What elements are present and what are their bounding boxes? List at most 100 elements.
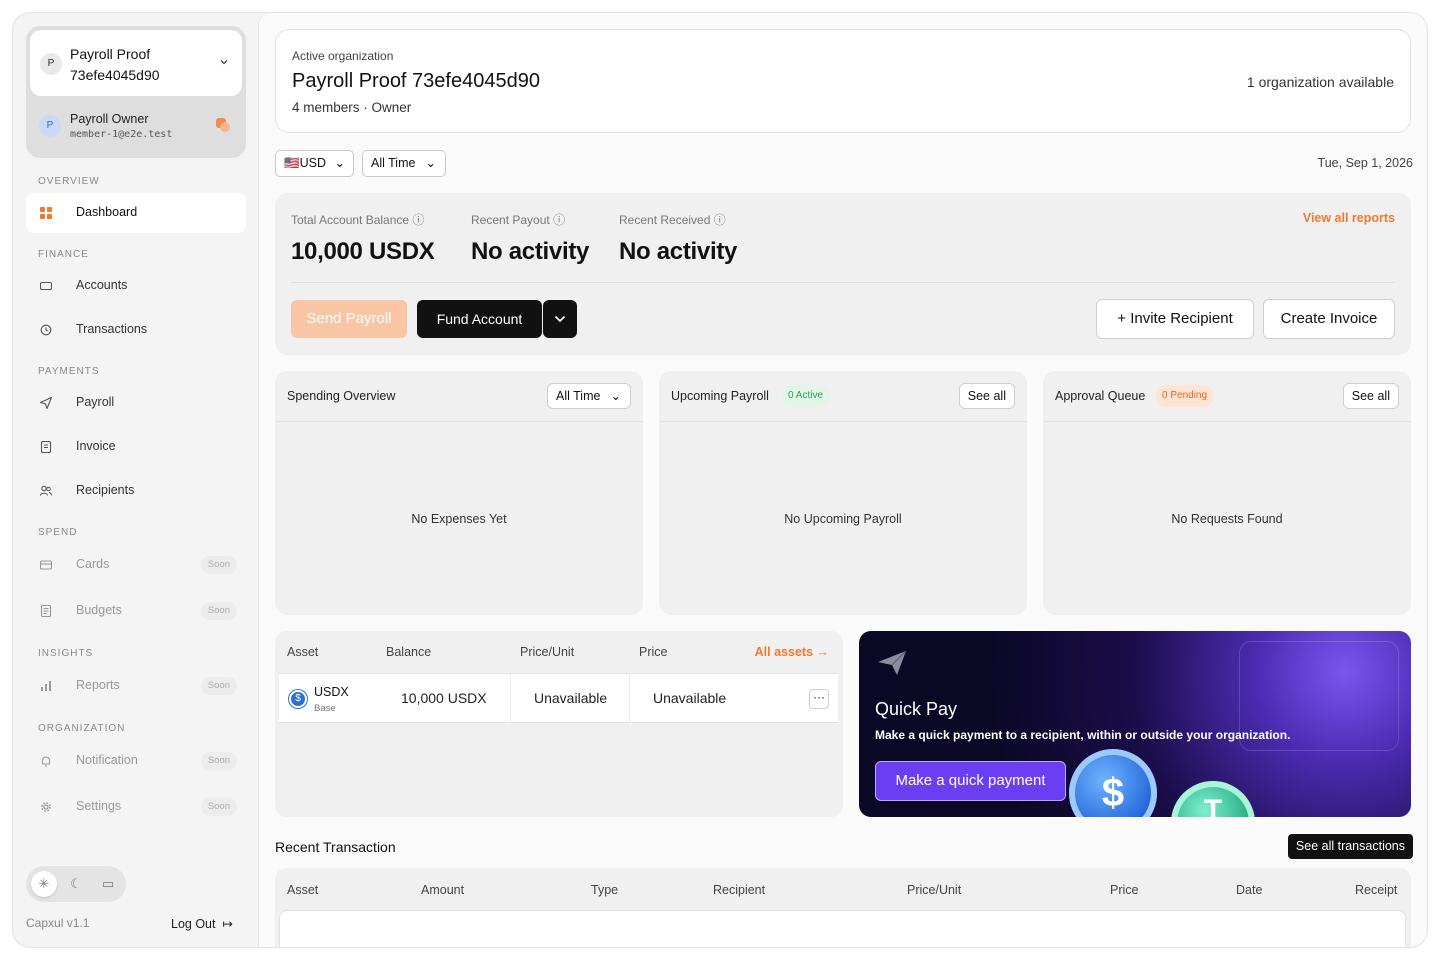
sidebar-item-label: Invoice [76, 439, 116, 453]
invite-label: Invite Recipient [1130, 310, 1233, 327]
approval-see-all-button[interactable]: See all [1342, 383, 1399, 409]
moon-icon[interactable]: ☾ [63, 871, 89, 897]
usdt-coin-icon: T [1171, 781, 1255, 817]
plus-icon: + [1117, 310, 1131, 327]
transactions-table-body [279, 910, 1406, 947]
section-label-organization: ORGANIZATION [38, 723, 126, 734]
currency-value: USD [299, 156, 326, 170]
chevron-down-icon [220, 60, 228, 65]
sidebar-item-label: Reports [76, 678, 120, 692]
total-balance: Total Account Balance ⓘ 10,000 USDX [291, 211, 435, 266]
card-title: Spending Overview [287, 389, 396, 403]
sidebar-item-payroll[interactable]: Payroll [26, 383, 246, 423]
fund-options-button[interactable] [543, 300, 577, 338]
sidebar-item-invoice[interactable]: Invoice [26, 427, 246, 467]
assets-table: Asset Balance Price/Unit Price All asset… [275, 631, 843, 817]
section-label-finance: FINANCE [38, 249, 89, 260]
soon-badge: Soon [200, 798, 237, 816]
sidebar-item-transactions[interactable]: Transactions [26, 310, 246, 350]
card-header: Spending Overview All Time ⌄ [275, 371, 643, 422]
column-header-receipt: Receipt [1355, 883, 1398, 897]
sidebar-item-label: Settings [76, 799, 122, 813]
column-header-price-unit: Price/Unit [520, 645, 575, 659]
logout-icon: ↦ [218, 917, 233, 931]
currency-select[interactable]: 🇺🇸USD ⌄ [275, 150, 354, 177]
chevron-down-icon: ⌄ [334, 156, 345, 170]
info-icon[interactable]: ⓘ [412, 213, 424, 227]
soon-badge: Soon [200, 677, 237, 695]
asset-symbol: USDX [314, 685, 349, 699]
page-title: Payroll Proof 73efe4045d90 [292, 70, 540, 92]
view-all-reports-link[interactable]: View all reports [1303, 211, 1395, 225]
info-icon[interactable]: ⓘ [553, 213, 565, 227]
sidebar-item-label: Transactions [76, 322, 148, 336]
approval-queue-card: Approval Queue 0 Pending See all No Requ… [1043, 371, 1411, 615]
recent-transactions-title: Recent Transaction [275, 839, 396, 855]
recent-payout-label: Recent Payout [471, 213, 550, 227]
balance-panel: Total Account Balance ⓘ 10,000 USDX Rece… [275, 193, 1411, 355]
logout-button[interactable]: Log Out ↦ [171, 916, 233, 931]
pending-count-badge: 0 Pending [1155, 385, 1215, 407]
card-header: Approval Queue 0 Pending See all [1043, 371, 1411, 422]
sidebar-item-label: Payroll [76, 395, 115, 409]
sidebar-item-label: Recipients [76, 483, 135, 497]
quick-pay-title: Quick Pay [875, 699, 958, 719]
paper-plane-icon [878, 650, 907, 675]
total-balance-value: 10,000 USDX [291, 238, 435, 265]
sidebar-item-dashboard[interactable]: Dashboard [26, 193, 246, 233]
org-switcher[interactable]: P Payroll Proof 73efe4045d90 [30, 30, 242, 96]
sidebar-item-settings[interactable]: Settings Soon [26, 787, 246, 827]
wallet-icon [40, 281, 52, 291]
see-all-transactions-button[interactable]: See all transactions [1287, 834, 1413, 859]
app-window: P Payroll Proof 73efe4045d90 P Payroll O… [12, 12, 1428, 948]
all-assets-link[interactable]: All assets → [755, 645, 829, 659]
column-header-amount: Amount [421, 883, 465, 897]
soon-badge: Soon [200, 602, 237, 620]
more-options-button[interactable]: ··· [809, 689, 829, 709]
history-icon [40, 324, 52, 336]
sidebar-item-notification[interactable]: Notification Soon [26, 741, 246, 781]
divider [510, 674, 511, 722]
dashboard-icon [40, 207, 52, 219]
invite-recipient-button[interactable]: + Invite Recipient [1096, 299, 1254, 339]
sidebar-item-recipients[interactable]: Recipients [26, 471, 246, 511]
sidebar-item-accounts[interactable]: Accounts [26, 266, 246, 306]
card-header: Upcoming Payroll 0 Active See all [659, 371, 1027, 422]
column-header-price: Price [1110, 883, 1139, 897]
org-switcher-card: P Payroll Proof 73efe4045d90 P Payroll O… [26, 26, 246, 158]
user-email: member-1@e2e.test [70, 129, 173, 140]
sidebar-item-reports[interactable]: Reports Soon [26, 666, 246, 706]
sidebar-item-cards[interactable]: Cards Soon [26, 545, 246, 585]
sun-icon[interactable]: ✳ [31, 871, 57, 897]
column-header-balance: Balance [386, 645, 432, 659]
current-date: Tue, Sep 1, 2026 [1317, 156, 1413, 170]
create-invoice-button[interactable]: Create Invoice [1263, 299, 1395, 339]
user-avatar: P [39, 115, 61, 137]
table-row[interactable]: $ USDX Base 10,000 USDX Unavailable Unav… [279, 673, 838, 723]
recent-received: Recent Received ⓘ No activity [619, 211, 737, 266]
bell-icon [41, 756, 51, 767]
card-title: Approval Queue [1055, 389, 1146, 403]
spending-period-select[interactable]: All Time ⌄ [547, 383, 631, 409]
make-quick-payment-button[interactable]: Make a quick payment [875, 761, 1066, 801]
asset-price-unit: Unavailable [534, 690, 608, 706]
info-icon[interactable]: ⓘ [714, 213, 726, 227]
recent-received-label: Recent Received [619, 213, 711, 227]
sidebar-item-label: Dashboard [76, 205, 138, 219]
column-header-price: Price [639, 645, 668, 659]
bar-chart-icon [41, 681, 51, 691]
monitor-icon[interactable]: ▭ [95, 871, 121, 897]
budget-icon [40, 605, 52, 617]
divider [291, 282, 1395, 283]
period-select[interactable]: All Time ⌄ [362, 150, 446, 177]
section-label-payments: PAYMENTS [38, 366, 100, 377]
org-name: Payroll Proof 73efe4045d90 [70, 46, 160, 83]
fund-account-button[interactable]: Fund Account [417, 300, 542, 338]
send-icon [40, 397, 52, 409]
org-avatar: P [40, 53, 62, 75]
section-label-overview: OVERVIEW [38, 176, 100, 187]
send-payroll-button[interactable]: Send Payroll [291, 300, 407, 338]
usdx-coin-icon: $ [289, 690, 307, 708]
sidebar-item-budgets[interactable]: Budgets Soon [26, 591, 246, 631]
upcoming-see-all-button[interactable]: See all [958, 383, 1015, 409]
